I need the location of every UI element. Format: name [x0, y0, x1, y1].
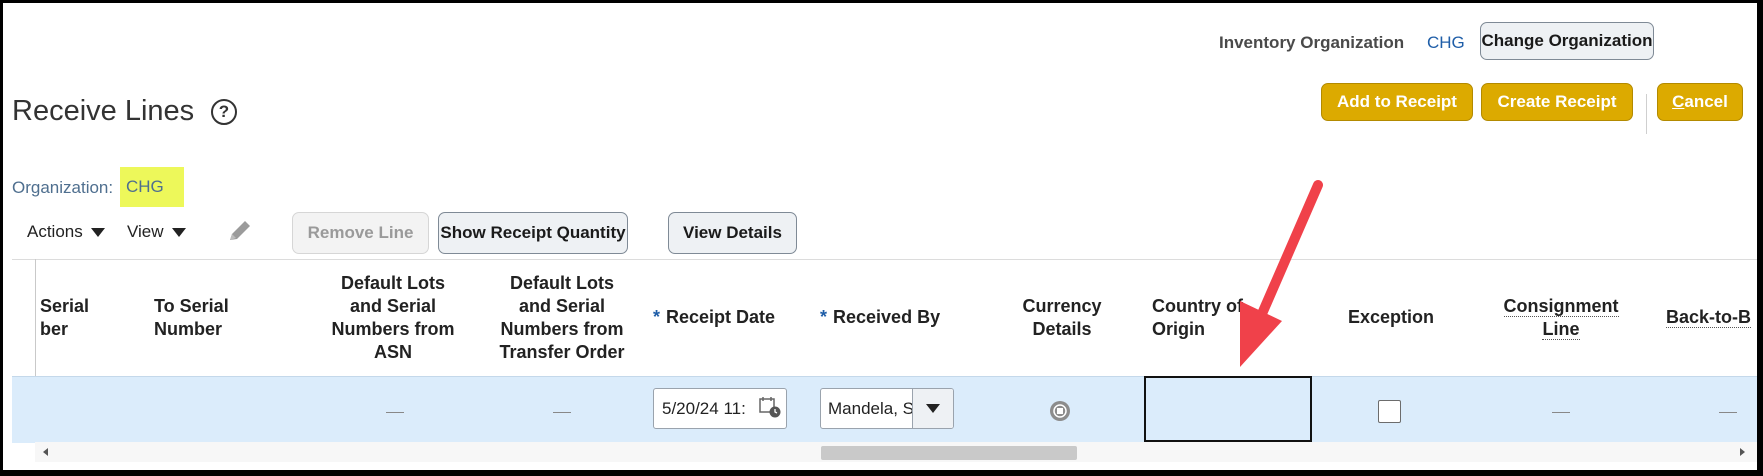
exception-checkbox[interactable]	[1378, 400, 1401, 423]
back-to-back-empty	[1719, 412, 1737, 413]
country-of-origin-input[interactable]	[1144, 376, 1312, 442]
required-marker: *	[653, 307, 661, 327]
chevron-down-icon	[926, 404, 940, 413]
cancel-label: ancel	[1684, 92, 1728, 111]
received-by-select[interactable]: Mandela, S	[820, 388, 954, 429]
header-default-lots-asn: Default Lots and Serial Numbers from ASN	[331, 273, 455, 362]
cancel-access-key: C	[1672, 92, 1685, 111]
chevron-down-icon	[171, 228, 186, 238]
page-title: Receive Lines	[12, 95, 195, 127]
scrollbar-thumb[interactable]	[821, 446, 1077, 460]
actions-menu[interactable]: Actions	[27, 222, 105, 242]
show-receipt-quantity-button[interactable]: Show Receipt Quantity	[438, 212, 628, 254]
receipt-date-input[interactable]: 5/20/24 11:	[653, 388, 787, 429]
organization-value: CHG	[120, 167, 184, 207]
app-frame: Inventory Organization CHG Change Organi…	[3, 3, 1757, 470]
dropdown-button[interactable]	[912, 389, 953, 428]
header-consignment-line: Consignment Line	[1503, 296, 1619, 340]
add-to-receipt-button[interactable]: Add to Receipt	[1321, 83, 1473, 121]
required-marker: *	[820, 307, 828, 327]
header-default-lots-transfer: Default Lots and Serial Numbers from Tra…	[499, 273, 625, 362]
header-back-to-back: Back-to-B	[1666, 307, 1752, 328]
remove-line-button[interactable]: Remove Line	[292, 212, 429, 254]
chevron-down-icon	[90, 228, 105, 238]
actions-menu-label: Actions	[27, 222, 83, 241]
header-to-serial: To Serial Number	[154, 296, 229, 339]
pencil-icon[interactable]	[225, 217, 255, 252]
cancel-button[interactable]: Cancel	[1657, 83, 1743, 121]
header-exception: Exception	[1348, 307, 1435, 327]
help-icon[interactable]: ?	[211, 99, 237, 125]
view-menu[interactable]: View	[127, 222, 186, 242]
scroll-right-arrow[interactable]	[1740, 448, 1745, 456]
header-from-serial: Serial ber	[40, 296, 90, 339]
default-lots-asn-empty	[386, 412, 404, 413]
header-receipt-date: * Receipt Date	[653, 307, 776, 327]
calendar-icon[interactable]	[758, 395, 782, 424]
organization-label: Organization:	[12, 178, 114, 197]
scroll-left-arrow[interactable]	[43, 448, 48, 456]
toolbar-divider	[1646, 94, 1647, 134]
inventory-org-value: CHG	[1427, 33, 1465, 52]
currency-details-icon[interactable]	[1048, 399, 1072, 428]
header-received-by: * Received By	[820, 307, 941, 327]
view-details-button[interactable]: View Details	[668, 212, 797, 254]
consignment-line-empty	[1552, 412, 1570, 413]
create-receipt-button[interactable]: Create Receipt	[1481, 83, 1633, 121]
annotation-arrow-icon	[1240, 180, 1323, 367]
header-currency-details: Currency Details	[1022, 296, 1102, 339]
change-organization-button[interactable]: Change Organization	[1480, 22, 1654, 60]
default-lots-transfer-empty	[553, 412, 571, 413]
view-menu-label: View	[127, 222, 164, 241]
inventory-org-label: Inventory Organization	[1219, 33, 1405, 52]
table-top-border	[12, 259, 1757, 260]
